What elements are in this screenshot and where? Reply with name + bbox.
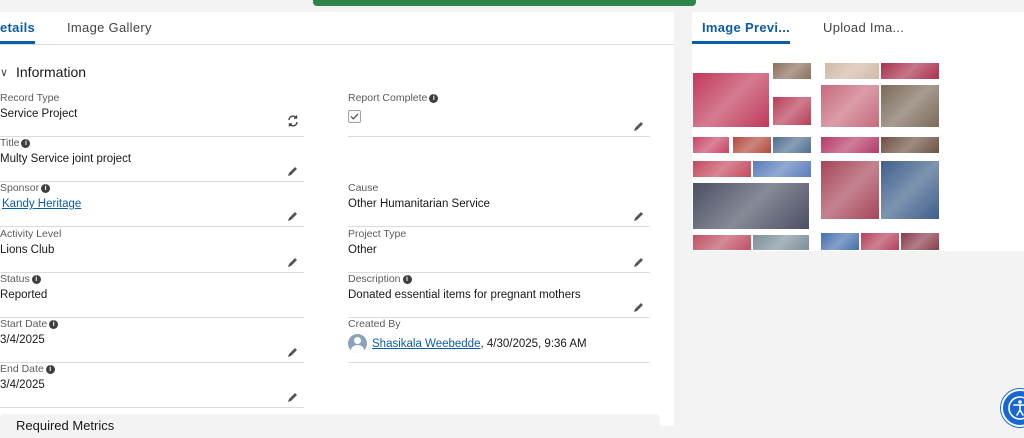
accessibility-button[interactable] xyxy=(1001,389,1024,427)
field-value: Multy Service joint project xyxy=(0,153,132,165)
gallery-photo[interactable] xyxy=(820,160,880,220)
field-value: Lions Club xyxy=(0,244,55,256)
chevron-down-icon: ∨ xyxy=(0,66,9,79)
field-value: Other xyxy=(348,244,377,256)
gallery-photo[interactable] xyxy=(824,62,880,80)
gallery-photo[interactable] xyxy=(692,160,752,178)
record-details-panel: etails Image Gallery ∨ Information Recor… xyxy=(0,12,674,438)
pencil-icon[interactable] xyxy=(633,256,645,268)
record-tabs: etails Image Gallery xyxy=(0,12,674,45)
field-label: Description xyxy=(348,273,401,285)
gallery-photo[interactable] xyxy=(880,136,940,154)
gallery-photo[interactable] xyxy=(752,160,812,178)
pencil-icon[interactable] xyxy=(633,210,645,222)
pencil-icon[interactable] xyxy=(287,346,299,358)
field-label: Created By xyxy=(348,318,401,330)
gallery-photo[interactable] xyxy=(880,62,940,80)
report-complete-checkbox xyxy=(348,110,361,123)
pencil-icon[interactable] xyxy=(287,256,299,268)
field-value: Reported xyxy=(0,289,48,301)
sync-icon[interactable] xyxy=(287,115,299,127)
tab-details[interactable]: etails xyxy=(0,12,36,44)
pencil-icon[interactable] xyxy=(633,301,645,313)
info-icon[interactable]: i xyxy=(31,274,41,284)
tab-image-preview[interactable]: Image Previ... xyxy=(691,12,791,44)
field-end-date: End Date i 3/4/2025 xyxy=(0,363,304,408)
field-value: Service Project xyxy=(0,108,78,120)
field-label: Sponsor xyxy=(0,182,40,194)
tab-upload-images[interactable]: Upload Ima... xyxy=(823,12,904,43)
field-label: Start Date xyxy=(0,318,48,330)
info-icon[interactable]: i xyxy=(429,93,439,103)
gallery-photo[interactable] xyxy=(752,234,810,251)
section-title: Information xyxy=(16,64,87,80)
pencil-icon[interactable] xyxy=(633,120,645,132)
info-icon[interactable]: i xyxy=(49,319,59,329)
tab-image-gallery[interactable]: Image Gallery xyxy=(67,12,152,43)
field-cause: Cause Other Humanitarian Service xyxy=(348,182,650,227)
field-label: Project Type xyxy=(348,228,407,240)
info-icon[interactable]: i xyxy=(21,138,31,148)
field-description: Description i Donated essential items for… xyxy=(348,273,650,318)
field-label: Report Complete xyxy=(348,92,428,104)
gallery-photo[interactable] xyxy=(820,136,880,154)
field-label: Record Type xyxy=(0,92,60,104)
image-collage xyxy=(692,62,940,251)
field-report-complete: Report Complete i xyxy=(348,92,650,137)
gallery-photo[interactable] xyxy=(880,160,940,220)
gallery-photo[interactable] xyxy=(772,62,812,80)
gallery-photo[interactable] xyxy=(772,96,812,126)
field-project-type: Project Type Other xyxy=(348,228,650,273)
pencil-icon[interactable] xyxy=(287,391,299,403)
field-activity-level: Activity Level Lions Club xyxy=(0,228,304,273)
avatar xyxy=(348,334,367,353)
gallery-photo[interactable] xyxy=(692,182,810,230)
field-start-date: Start Date i 3/4/2025 xyxy=(0,318,304,363)
field-sponsor: Sponsor i Kandy Heritage xyxy=(0,182,304,227)
image-tabs: Image Previ... Upload Ima... xyxy=(691,12,1024,44)
accessibility-icon xyxy=(1008,396,1024,420)
field-value: Donated essential items for pregnant mot… xyxy=(348,289,581,301)
gallery-photo[interactable] xyxy=(692,234,752,251)
sponsor-link[interactable]: Kandy Heritage xyxy=(2,198,81,210)
gallery-photo[interactable] xyxy=(732,136,772,154)
gallery-photo[interactable] xyxy=(820,84,880,128)
pencil-icon[interactable] xyxy=(287,165,299,177)
field-label: Title xyxy=(0,137,20,149)
pencil-icon[interactable] xyxy=(287,210,299,222)
gallery-photo[interactable] xyxy=(772,136,812,154)
image-preview-panel: Image Previ... Upload Ima... xyxy=(691,12,1024,251)
field-record-type: Record Type Service Project xyxy=(0,92,304,137)
info-icon[interactable]: i xyxy=(402,274,412,284)
created-by-user-link[interactable]: Shasikala Weebedde xyxy=(372,338,480,350)
field-label: Status xyxy=(0,273,30,285)
success-toast-bar xyxy=(313,0,696,6)
gallery-photo[interactable] xyxy=(692,136,730,154)
field-status: Status i Reported xyxy=(0,273,304,318)
required-metrics-section-header[interactable]: Required Metrics xyxy=(0,414,660,438)
info-icon[interactable]: i xyxy=(41,183,51,193)
field-title: Title i Multy Service joint project xyxy=(0,137,304,182)
field-value: Other Humanitarian Service xyxy=(348,198,490,210)
gallery-photo[interactable] xyxy=(860,232,900,251)
field-label: End Date xyxy=(0,363,44,375)
information-section-header[interactable]: ∨ Information xyxy=(0,62,86,82)
field-label: Cause xyxy=(348,182,379,194)
field-value: 3/4/2025 xyxy=(0,379,45,391)
field-label: Activity Level xyxy=(0,228,62,240)
created-by-timestamp: , 4/30/2025, 9:36 AM xyxy=(480,337,587,350)
gallery-photo[interactable] xyxy=(900,232,940,251)
field-created-by: Created By Shasikala Weebedde , 4/30/202… xyxy=(348,318,650,363)
field-value: 3/4/2025 xyxy=(0,334,45,346)
info-icon[interactable]: i xyxy=(45,364,55,374)
gallery-photo[interactable] xyxy=(692,72,770,128)
gallery-photo[interactable] xyxy=(880,84,940,128)
gallery-photo[interactable] xyxy=(820,232,860,251)
checkmark-icon xyxy=(350,113,359,120)
